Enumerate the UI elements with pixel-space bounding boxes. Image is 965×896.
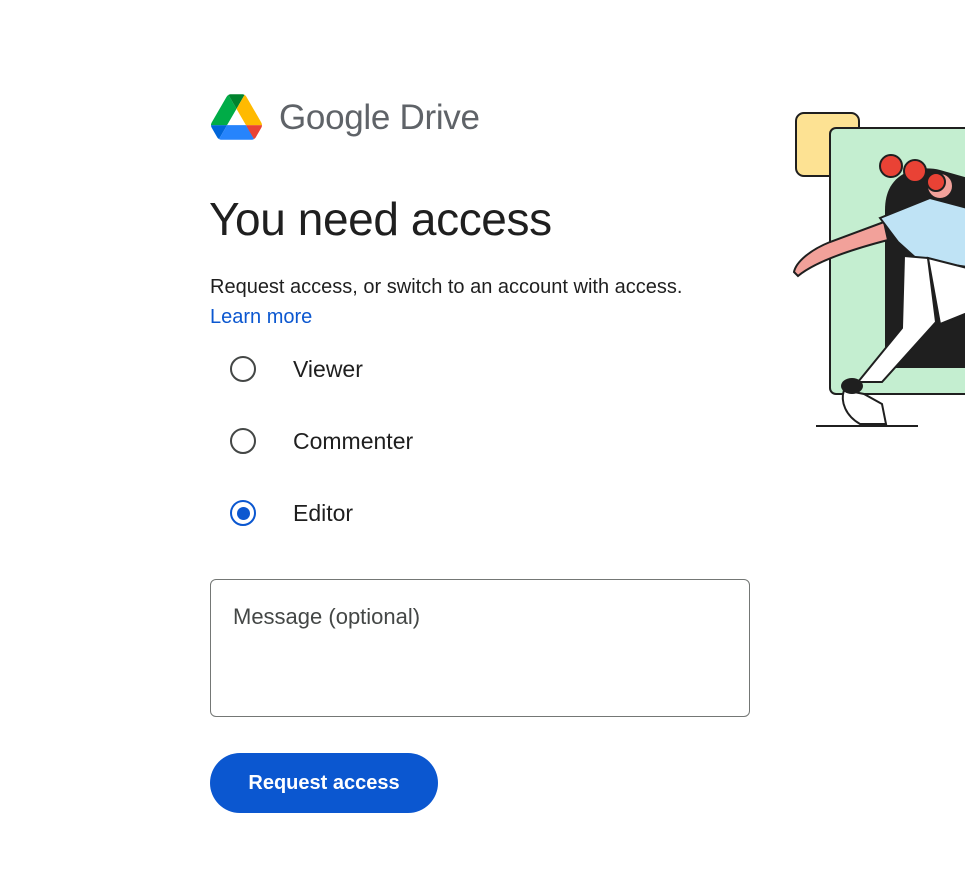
request-access-button[interactable]: Request access	[210, 753, 438, 813]
page-subtitle: Request access, or switch to an account …	[210, 276, 683, 298]
request-access-page: Google Drive You need access Request acc…	[0, 0, 965, 896]
role-option-editor[interactable]: Editor	[230, 497, 353, 529]
person-walking-through-door-illustration	[792, 112, 965, 427]
viewer-radio[interactable]	[230, 356, 256, 382]
viewer-label: Viewer	[293, 355, 363, 382]
google-drive-logo-icon	[211, 94, 262, 140]
commenter-label: Commenter	[293, 427, 414, 454]
message-input[interactable]	[210, 579, 750, 717]
editor-radio[interactable]	[230, 500, 256, 526]
commenter-radio[interactable]	[230, 428, 256, 454]
learn-more-link[interactable]: Learn more	[210, 306, 312, 329]
role-option-viewer[interactable]: Viewer	[230, 353, 363, 385]
page-title: You need access	[209, 193, 552, 245]
editor-label: Editor	[293, 499, 354, 526]
brand-header: Google Drive	[211, 94, 480, 140]
role-option-commenter[interactable]: Commenter	[230, 425, 413, 457]
brand-name: Google Drive	[279, 97, 480, 137]
